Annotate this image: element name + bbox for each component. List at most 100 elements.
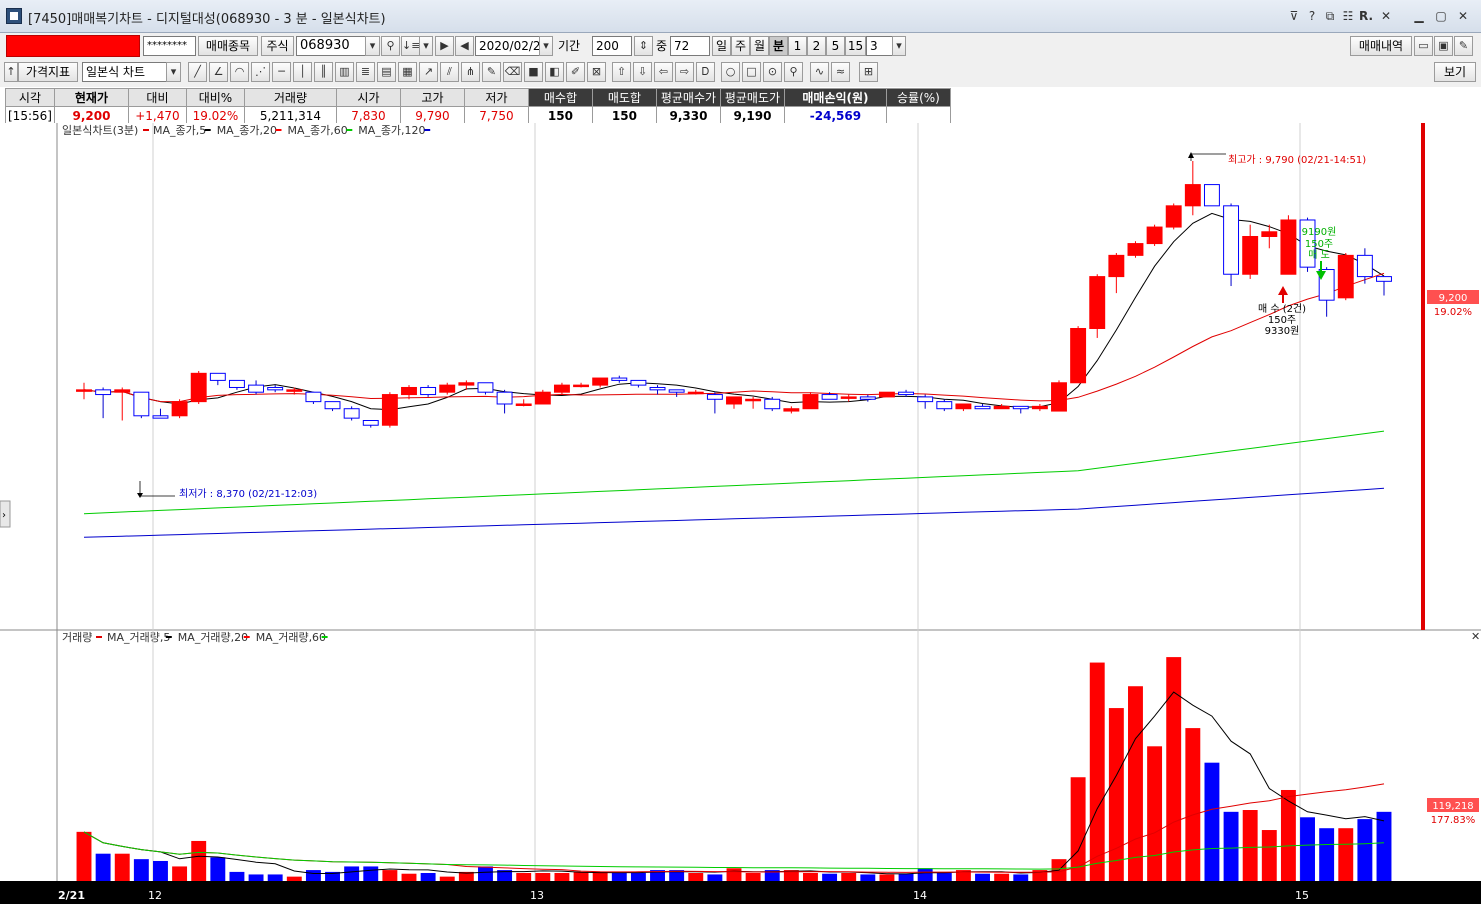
candle-body: [1203, 184, 1220, 207]
price-legend: MA_종가,5 MA_종가,20 MA_종가,60 MA_종가,120: [143, 124, 431, 137]
channel-icon[interactable]: ║: [314, 62, 333, 82]
copy-icon[interactable]: ⧉: [1321, 7, 1339, 25]
interval-2-button[interactable]: 2: [807, 36, 826, 56]
date-input[interactable]: 2020/02/21: [475, 36, 548, 56]
trade-history-button[interactable]: 매매내역: [1350, 36, 1412, 56]
palette-icon[interactable]: ◧: [545, 62, 564, 82]
wrench-icon[interactable]: ✎: [1454, 36, 1473, 56]
high-annotation: 최고가 : 9,790 (02/21-14:51): [1188, 152, 1366, 166]
color-icon[interactable]: ■: [524, 62, 543, 82]
interval-1-button[interactable]: 1: [788, 36, 807, 56]
candle-body: [133, 391, 150, 417]
chevron-down-icon[interactable]: ▾: [166, 62, 181, 82]
chart-type-select[interactable]: 일본식 차트: [82, 62, 168, 82]
volume-close-icon[interactable]: ✕: [1471, 630, 1480, 643]
volume-bar: [516, 872, 532, 881]
x-axis-bar: [0, 881, 1481, 904]
settings-icon[interactable]: ✕: [1377, 7, 1395, 25]
cycle-icon[interactable]: ▦: [398, 62, 417, 82]
volume-bar: [707, 874, 723, 881]
pin-icon[interactable]: ⊽: [1285, 7, 1303, 25]
sort-icon[interactable]: ↓≡: [401, 36, 420, 56]
sell-marker-label: 매 도: [1308, 249, 1330, 261]
search-icon[interactable]: ⚲: [381, 36, 400, 56]
play-icon[interactable]: ▶: [435, 36, 454, 56]
chevron-down-icon[interactable]: ▾: [365, 36, 380, 56]
chart-area[interactable]: › 일본식차트(3분) MA_종가,5 MA_종가,20 MA_종가,60 MA_종가…: [0, 123, 1481, 904]
pencil-icon[interactable]: ✎: [482, 62, 501, 82]
arc-icon[interactable]: ◠: [230, 62, 249, 82]
interval-select[interactable]: 3: [866, 36, 894, 56]
chevron-down-icon[interactable]: ▾: [539, 36, 553, 56]
eraser-icon[interactable]: ⌫: [503, 62, 522, 82]
interval-15-button[interactable]: 15: [845, 36, 866, 56]
chart-icon[interactable]: ⊞: [859, 62, 878, 82]
candle-body: [362, 420, 379, 426]
price-indicator-button[interactable]: 가격지표: [18, 62, 78, 82]
candle-body: [324, 401, 341, 410]
week-button[interactable]: 주: [731, 36, 750, 56]
ray-icon[interactable]: ↗: [419, 62, 438, 82]
vline-icon[interactable]: │: [293, 62, 312, 82]
help-icon[interactable]: ?: [1303, 7, 1321, 25]
month-button[interactable]: 월: [750, 36, 769, 56]
arrange-icon[interactable]: ☷: [1339, 7, 1357, 25]
candle-body: [898, 391, 915, 396]
chart-svg[interactable]: › 일본식차트(3분) MA_종가,5 MA_종가,20 MA_종가,60 MA_종가…: [0, 123, 1481, 904]
volume-bar: [210, 857, 226, 881]
trendline-icon[interactable]: ╱: [188, 62, 207, 82]
parallel-icon[interactable]: ⫽: [440, 62, 459, 82]
angle-icon[interactable]: ∠: [209, 62, 228, 82]
side-collapse-icon: ›: [2, 510, 6, 521]
rect-icon[interactable]: □: [742, 62, 761, 82]
fib-icon[interactable]: ≣: [356, 62, 375, 82]
up-arrow-icon[interactable]: ↑: [4, 62, 18, 82]
save-icon[interactable]: ▣: [1434, 36, 1453, 56]
interval-5-button[interactable]: 5: [826, 36, 845, 56]
wave-icon[interactable]: ∿: [810, 62, 829, 82]
grid-icon[interactable]: ▥: [335, 62, 354, 82]
bars-icon[interactable]: ▤: [377, 62, 396, 82]
arrow-down-icon[interactable]: ⇩: [633, 62, 652, 82]
period-input[interactable]: 200: [592, 36, 632, 56]
minute-button[interactable]: 분: [769, 36, 788, 56]
arrow-left-icon[interactable]: ⇦: [654, 62, 673, 82]
x-tick-label: 13: [530, 889, 544, 902]
mid-input[interactable]: 72: [670, 36, 710, 56]
text-icon[interactable]: Ꭰ: [696, 62, 715, 82]
close-icon[interactable]: ✕: [1454, 7, 1472, 25]
magnet-icon[interactable]: ⊙: [763, 62, 782, 82]
edit-icon[interactable]: ✐: [566, 62, 585, 82]
wave2-icon[interactable]: ≈: [831, 62, 850, 82]
password-field[interactable]: ********: [143, 36, 196, 56]
r-icon[interactable]: R.: [1357, 7, 1375, 25]
chevron-down-icon[interactable]: ▾: [419, 36, 433, 56]
hline-icon[interactable]: ─: [272, 62, 291, 82]
stock-type-button[interactable]: 주식: [261, 36, 294, 56]
back-icon[interactable]: ◀: [455, 36, 474, 56]
fan-icon[interactable]: ⋰: [251, 62, 270, 82]
candle-body: [706, 394, 723, 400]
pitchfork-icon[interactable]: ⋔: [461, 62, 480, 82]
window-icon[interactable]: ▭: [1414, 36, 1433, 56]
maximize-icon[interactable]: ▢: [1432, 7, 1450, 25]
delete-icon[interactable]: ⊠: [587, 62, 606, 82]
spin-icon[interactable]: ⇕: [634, 36, 653, 56]
chevron-down-icon[interactable]: ▾: [892, 36, 906, 56]
arrow-right-icon[interactable]: ⇨: [675, 62, 694, 82]
minimize-icon[interactable]: ▁: [1410, 7, 1428, 25]
circle-icon[interactable]: ○: [721, 62, 740, 82]
day-button[interactable]: 일: [712, 36, 731, 56]
trade-item-button[interactable]: 매매종목: [198, 36, 258, 56]
volume-bar: [841, 872, 857, 881]
value-avg-sell: 9,190: [719, 106, 785, 125]
volume-bar: [936, 872, 952, 881]
zoom-icon[interactable]: ⚲: [784, 62, 803, 82]
arrow-up-icon[interactable]: ⇧: [612, 62, 631, 82]
ma5-line: [83, 212, 1385, 411]
value-win-rate: [885, 106, 951, 125]
view-button[interactable]: 보기: [1434, 62, 1476, 82]
candle-body: [381, 394, 398, 426]
stock-code-input[interactable]: 068930: [296, 36, 366, 56]
account-field[interactable]: [6, 35, 140, 57]
